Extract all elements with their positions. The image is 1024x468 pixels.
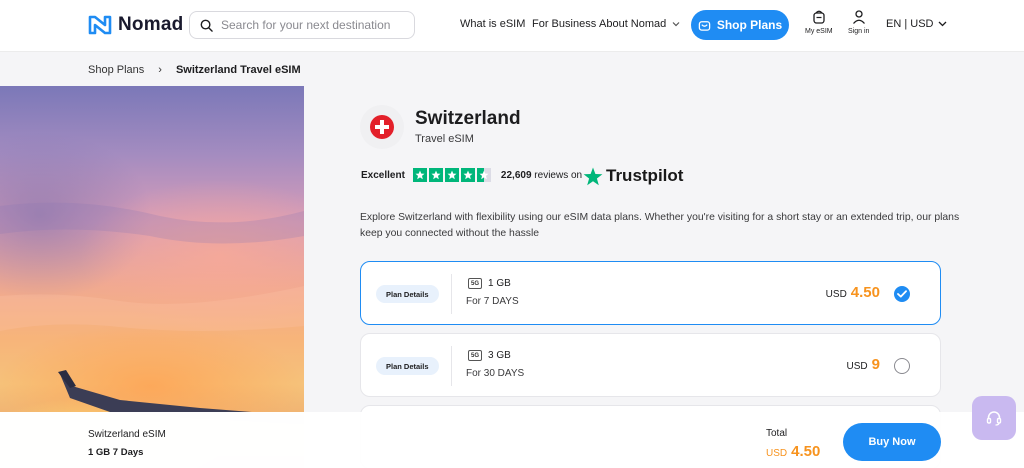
plan-price-amount: 9 <box>871 356 880 373</box>
hero-image <box>0 86 304 468</box>
star-icon <box>444 168 459 182</box>
plan-details-button[interactable]: Plan Details <box>376 357 439 375</box>
selected-plan-summary: 1 GB 7 Days <box>88 447 144 458</box>
plan-price: USD 9 <box>847 356 880 373</box>
breadcrumb: Shop Plans › Switzerland Travel eSIM <box>88 64 301 76</box>
search-box[interactable] <box>189 11 415 39</box>
search-icon <box>200 19 213 32</box>
rating-stars <box>412 168 491 182</box>
headset-icon <box>986 411 1002 426</box>
search-input[interactable] <box>221 18 401 32</box>
sign-in-label: Sign in <box>848 28 870 35</box>
switzerland-flag-icon <box>370 115 394 139</box>
selected-product-name: Switzerland eSIM <box>88 429 166 440</box>
trustpilot-name: Trustpilot <box>606 166 684 185</box>
plan-price-amount: 4.50 <box>850 284 880 301</box>
top-navigation: Nomad What is eSIM For Business About No… <box>0 0 1024 52</box>
brand-name: Nomad <box>118 14 184 35</box>
review-summary: 22,609 reviews on <box>501 170 582 181</box>
user-icon <box>852 10 865 24</box>
buy-now-button[interactable]: Buy Now <box>843 423 941 461</box>
checkout-bar-fade <box>0 412 304 468</box>
star-icon <box>428 168 443 182</box>
total-label: Total <box>766 428 788 439</box>
plan-data-amount: 1 GB <box>488 278 511 289</box>
product-description: Explore Switzerland with flexibility usi… <box>360 212 960 239</box>
plan-data-amount: 3 GB <box>488 350 511 361</box>
review-count: 22,609 <box>500 169 532 181</box>
plan-currency: USD <box>846 361 868 372</box>
plan-divider <box>451 346 452 386</box>
plan-price: USD 4.50 <box>826 284 880 301</box>
total-amount: 4.50 <box>791 443 821 460</box>
chevron-down-icon <box>939 21 947 27</box>
checkout-bar: Switzerland eSIM 1 GB 7 Days Total USD 4… <box>0 412 1024 468</box>
country-flag-badge <box>360 105 404 149</box>
nomad-logo-icon <box>88 15 112 35</box>
plan-currency: USD <box>825 289 847 300</box>
chevron-down-icon <box>672 22 680 27</box>
nav-about-label: About Nomad <box>599 18 667 30</box>
country-title: Switzerland <box>415 108 521 129</box>
breadcrumb-separator: › <box>158 64 162 76</box>
rating-label: Excellent <box>361 169 405 181</box>
plan-duration: For 7 DAYS <box>466 296 519 307</box>
plan-data: 5G 3 GB <box>468 350 511 361</box>
check-icon <box>897 290 907 298</box>
plan-card-3gb[interactable]: Plan Details 5G 3 GB For 30 DAYS USD 9 <box>360 333 941 397</box>
shop-icon <box>698 20 711 31</box>
review-suffix: reviews on <box>534 169 583 181</box>
support-chat-button[interactable] <box>972 396 1016 440</box>
my-esim-icon <box>813 10 825 24</box>
trustpilot-rating[interactable]: Excellent 22,609 reviews on <box>361 168 582 182</box>
half-star-icon <box>476 168 491 182</box>
airplane-wing-image <box>0 202 304 424</box>
breadcrumb-current: Switzerland Travel eSIM <box>175 64 301 76</box>
language-label: EN | USD <box>886 18 934 30</box>
nav-what-is-esim[interactable]: What is eSIM <box>460 18 525 30</box>
plan-select-radio[interactable] <box>894 358 910 374</box>
5g-icon: 5G <box>468 350 482 361</box>
total-price: USD 4.50 <box>766 443 820 460</box>
product-subtitle: Travel eSIM <box>415 133 474 145</box>
trustpilot-logo[interactable]: Trustpilot <box>583 166 683 186</box>
my-esim-label: My eSIM <box>805 28 833 35</box>
shop-plans-label: Shop Plans <box>716 18 783 32</box>
trustpilot-star-icon <box>583 167 603 185</box>
shop-plans-button[interactable]: Shop Plans <box>691 10 789 40</box>
star-icon <box>460 168 475 182</box>
language-selector[interactable]: EN | USD <box>886 18 947 30</box>
breadcrumb-shop-plans[interactable]: Shop Plans <box>88 64 144 76</box>
nav-for-business[interactable]: For Business <box>532 18 596 30</box>
plan-duration: For 30 DAYS <box>466 368 525 379</box>
nomad-logo[interactable]: Nomad <box>88 14 183 36</box>
plan-data: 5G 1 GB <box>468 278 511 289</box>
plan-select-radio[interactable] <box>894 286 910 302</box>
star-icon <box>412 168 427 182</box>
5g-icon: 5G <box>468 278 482 289</box>
plan-card-1gb[interactable]: Plan Details 5G 1 GB For 7 DAYS USD 4.50 <box>360 261 941 325</box>
my-esim-button[interactable]: My eSIM <box>805 9 833 35</box>
plan-details-button[interactable]: Plan Details <box>376 285 439 303</box>
nav-about-nomad[interactable]: About Nomad <box>599 18 680 30</box>
plan-divider <box>451 274 452 314</box>
total-currency: USD <box>766 448 788 459</box>
sign-in-button[interactable]: Sign in <box>848 9 869 35</box>
